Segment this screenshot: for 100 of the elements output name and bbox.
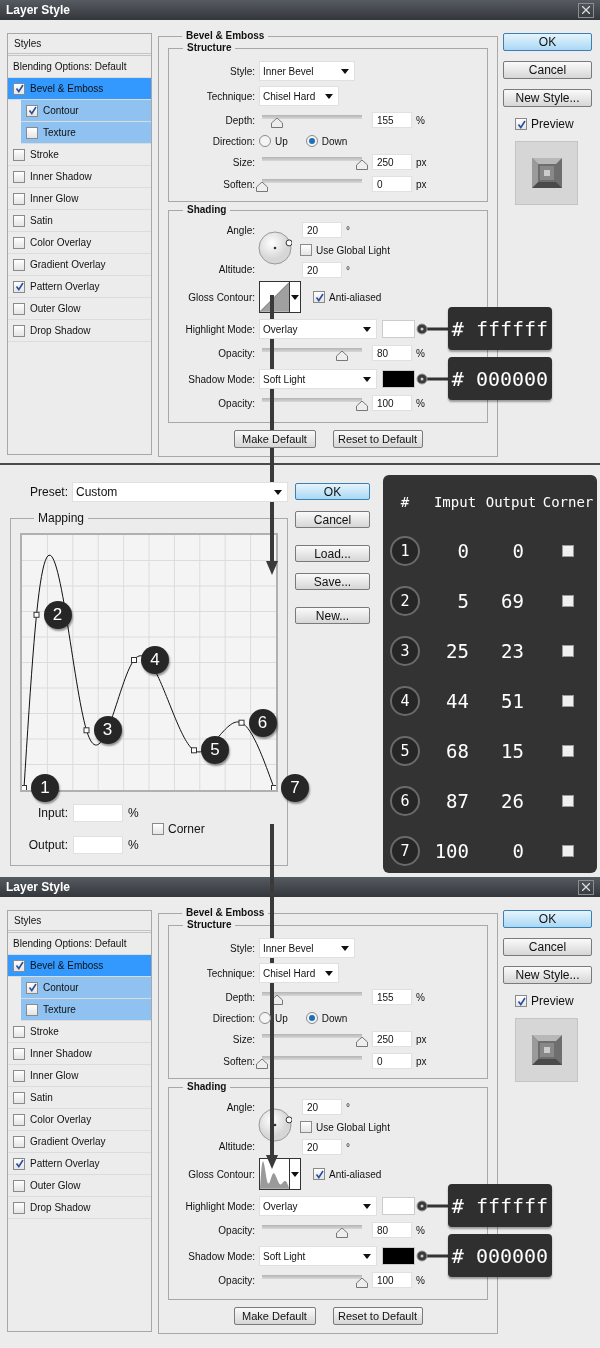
number-field[interactable]: 155: [372, 989, 412, 1005]
button[interactable]: New...: [295, 607, 370, 624]
checkbox[interactable]: [313, 291, 325, 303]
button[interactable]: Load...: [295, 545, 370, 562]
style-item[interactable]: Outer Glow: [8, 298, 151, 320]
checkbox[interactable]: [26, 104, 38, 117]
button[interactable]: New Style...: [503, 966, 592, 984]
style-item[interactable]: Stroke: [8, 1021, 151, 1043]
radio-button[interactable]: [259, 135, 271, 147]
number-field[interactable]: 20: [302, 222, 342, 238]
style-item[interactable]: Gradient Overlay: [8, 254, 151, 276]
button[interactable]: Save...: [295, 573, 370, 590]
checkbox-label[interactable]: Corner: [168, 822, 205, 836]
slider-thumb[interactable]: [271, 118, 283, 128]
dropdown[interactable]: Soft Light: [259, 1246, 377, 1266]
angle-dial[interactable]: [258, 1108, 292, 1142]
checkbox[interactable]: [13, 280, 25, 293]
checkbox[interactable]: [515, 118, 527, 130]
style-item[interactable]: Satin: [8, 1087, 151, 1109]
output-field[interactable]: [73, 836, 123, 854]
checkbox[interactable]: [13, 192, 25, 205]
button[interactable]: Make Default: [233, 1307, 316, 1325]
style-item[interactable]: Inner Shadow: [8, 166, 151, 188]
checkbox[interactable]: [13, 82, 25, 95]
number-field[interactable]: 0: [372, 176, 412, 192]
slider-thumb[interactable]: [356, 401, 368, 411]
checkbox[interactable]: [13, 1201, 25, 1214]
color-swatch[interactable]: [382, 370, 415, 388]
checkbox-label[interactable]: Use Global Light: [316, 1121, 390, 1133]
button[interactable]: OK: [295, 483, 370, 500]
style-item[interactable]: Texture: [21, 999, 151, 1021]
slider-thumb[interactable]: [256, 1059, 268, 1069]
number-field[interactable]: 0: [372, 1053, 412, 1069]
slider-thumb[interactable]: [356, 1037, 368, 1047]
button[interactable]: OK: [503, 33, 592, 51]
checkbox[interactable]: [515, 995, 527, 1007]
button[interactable]: Cancel: [295, 511, 370, 528]
curve-point[interactable]: [83, 727, 90, 734]
button[interactable]: Cancel: [503, 61, 592, 79]
contour-picker[interactable]: [259, 1158, 301, 1190]
dropdown[interactable]: Soft Light: [259, 369, 377, 389]
dropdown[interactable]: Chisel Hard: [259, 86, 339, 106]
slider-thumb[interactable]: [256, 182, 268, 192]
curve-point[interactable]: [238, 719, 245, 726]
checkbox[interactable]: [13, 302, 25, 315]
number-field[interactable]: 250: [372, 154, 412, 170]
button[interactable]: Make Default: [233, 430, 316, 448]
number-field[interactable]: 250: [372, 1031, 412, 1047]
style-item[interactable]: Gradient Overlay: [8, 1131, 151, 1153]
style-item[interactable]: Texture: [21, 122, 151, 144]
checkbox-label[interactable]: Anti-aliased: [329, 1168, 382, 1180]
button[interactable]: New Style...: [503, 89, 592, 107]
style-item[interactable]: Stroke: [8, 144, 151, 166]
styles-header[interactable]: Styles: [8, 34, 151, 56]
checkbox[interactable]: [13, 1047, 25, 1060]
style-item[interactable]: Inner Glow: [8, 188, 151, 210]
radio-button[interactable]: [305, 1012, 318, 1024]
style-item[interactable]: Pattern Overlay: [8, 1153, 151, 1175]
input-field[interactable]: [73, 804, 123, 822]
checkbox[interactable]: [300, 1121, 312, 1133]
checkbox[interactable]: [13, 959, 25, 972]
color-swatch[interactable]: [382, 320, 415, 338]
button[interactable]: OK: [503, 910, 592, 928]
checkbox-label[interactable]: Use Global Light: [316, 244, 390, 256]
style-item[interactable]: Bevel & Emboss: [8, 955, 151, 977]
checkbox[interactable]: [13, 1069, 25, 1082]
slider-thumb[interactable]: [356, 1278, 368, 1288]
dropdown[interactable]: Chisel Hard: [259, 963, 339, 983]
checkbox[interactable]: [300, 244, 312, 256]
button[interactable]: Cancel: [503, 938, 592, 956]
checkbox[interactable]: [13, 1025, 25, 1038]
checkbox[interactable]: [26, 1003, 38, 1016]
dropdown[interactable]: Inner Bevel: [259, 938, 355, 958]
checkbox[interactable]: [13, 214, 25, 227]
number-field[interactable]: 80: [372, 345, 412, 361]
checkbox[interactable]: [13, 148, 25, 161]
number-field[interactable]: 80: [372, 1222, 412, 1238]
checkbox[interactable]: [13, 1135, 25, 1148]
checkbox-label[interactable]: Anti-aliased: [329, 291, 382, 303]
dropdown[interactable]: Overlay: [259, 319, 377, 339]
dropdown[interactable]: Inner Bevel: [259, 61, 355, 81]
number-field[interactable]: 20: [302, 262, 342, 278]
option-label[interactable]: Down: [321, 1012, 348, 1024]
dropdown[interactable]: Overlay: [259, 1196, 377, 1216]
button[interactable]: Reset to Default: [332, 430, 423, 448]
dropdown[interactable]: Custom: [72, 482, 288, 502]
checkbox[interactable]: [13, 170, 25, 183]
checkbox[interactable]: [13, 1113, 25, 1126]
slider-thumb[interactable]: [336, 1228, 348, 1238]
option-label[interactable]: Down: [321, 135, 348, 147]
color-swatch[interactable]: [382, 1197, 415, 1215]
style-item[interactable]: Satin: [8, 210, 151, 232]
color-swatch[interactable]: [382, 1247, 415, 1265]
style-item[interactable]: Drop Shadow: [8, 1197, 151, 1219]
curve-point[interactable]: [22, 785, 27, 790]
style-item[interactable]: Bevel & Emboss: [8, 78, 151, 100]
style-item[interactable]: Color Overlay: [8, 232, 151, 254]
curve-point[interactable]: [271, 785, 276, 790]
contour-picker[interactable]: [259, 281, 301, 313]
style-item[interactable]: Inner Glow: [8, 1065, 151, 1087]
